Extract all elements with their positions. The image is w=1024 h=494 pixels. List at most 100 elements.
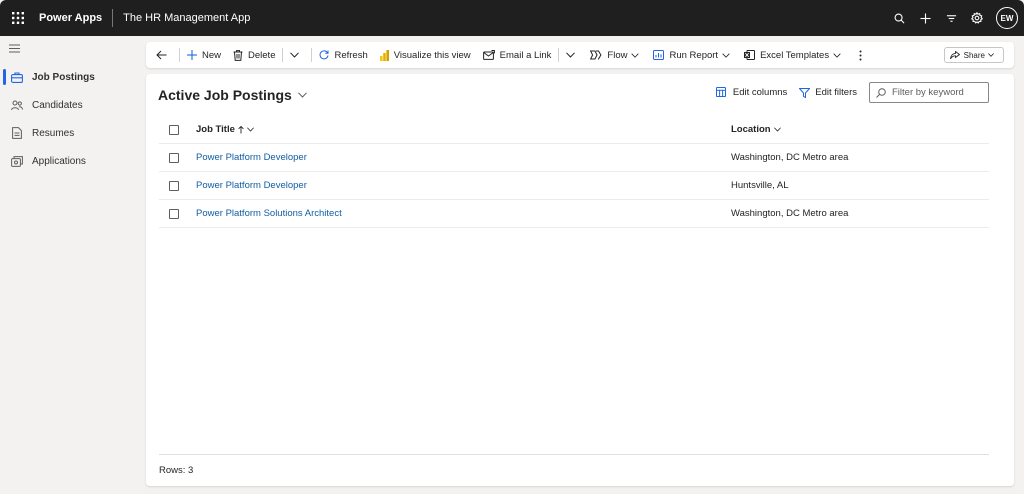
- flow-icon: [590, 50, 602, 60]
- edit-filters-label: Edit filters: [815, 87, 857, 98]
- email-link-icon: [482, 50, 495, 60]
- row-checkbox[interactable]: [169, 208, 179, 219]
- grid-footer-divider: [159, 454, 989, 455]
- edit-columns-label: Edit columns: [732, 87, 788, 98]
- filter-keyword-input[interactable]: [892, 87, 984, 98]
- sidebar-item-resumes[interactable]: Resumes: [0, 122, 140, 144]
- filter-icon[interactable]: [940, 7, 962, 29]
- grid-header-row: Job Title Location: [159, 116, 989, 144]
- sidebar-item-label: Candidates: [32, 99, 83, 111]
- location-cell: Huntsville, AL: [731, 180, 789, 191]
- select-all-checkbox[interactable]: [169, 124, 179, 135]
- table-row[interactable]: Power Platform Developer Huntsville, AL: [159, 172, 989, 200]
- table-row[interactable]: Power Platform Developer Washington, DC …: [159, 144, 989, 172]
- job-postings-grid: Job Title Location Power Platform Develo…: [159, 116, 989, 228]
- plus-icon[interactable]: [914, 7, 936, 29]
- filter-search-box[interactable]: [869, 82, 989, 103]
- command-separator: [179, 48, 180, 62]
- refresh-button-label: Refresh: [334, 49, 368, 61]
- view-selector[interactable]: Active Job Postings: [158, 87, 307, 103]
- brand-name[interactable]: Power Apps: [39, 12, 102, 24]
- chevron-down-icon: [773, 127, 781, 132]
- email-link-button[interactable]: Email a Link: [479, 42, 556, 68]
- gear-icon[interactable]: [966, 7, 988, 29]
- run-report-label: Run Report: [669, 49, 719, 61]
- flow-label: Flow: [607, 49, 628, 61]
- command-bar: New Delete Refresh Visualize this view E…: [146, 42, 1014, 68]
- chevron-down-icon: [988, 53, 994, 57]
- view-title: Active Job Postings: [158, 87, 292, 103]
- chevron-down-icon: [297, 92, 307, 98]
- topbar-divider: [112, 9, 114, 27]
- sidebar-item-label: Resumes: [32, 127, 75, 139]
- table-row[interactable]: Power Platform Solutions Architect Washi…: [159, 200, 989, 228]
- edit-columns-icon: [715, 87, 726, 97]
- excel-templates-button[interactable]: Excel Templates: [740, 42, 845, 68]
- flow-menu-button[interactable]: Flow: [586, 42, 643, 68]
- command-separator: [282, 48, 284, 62]
- search-icon[interactable]: [888, 7, 910, 29]
- sidebar-item-job-postings[interactable]: Job Postings: [0, 66, 140, 88]
- column-header-location[interactable]: Location: [731, 124, 781, 135]
- more-vertical-icon: [859, 50, 862, 60]
- run-report-button[interactable]: Run Report: [649, 42, 734, 68]
- app-title[interactable]: The HR Management App: [123, 12, 250, 24]
- back-arrow-icon: [156, 50, 167, 60]
- refresh-icon: [320, 50, 329, 60]
- applications-icon: [10, 154, 24, 168]
- back-button[interactable]: [152, 42, 176, 68]
- share-icon: [949, 50, 960, 59]
- sidebar-item-candidates[interactable]: Candidates: [0, 94, 140, 116]
- column-header-label: Location: [731, 124, 771, 135]
- new-button[interactable]: New: [183, 42, 225, 68]
- row-checkbox[interactable]: [169, 152, 179, 163]
- job-title-link[interactable]: Power Platform Developer: [196, 152, 307, 163]
- row-checkbox[interactable]: [169, 180, 179, 191]
- column-header-label: Job Title: [196, 124, 235, 135]
- command-separator: [558, 48, 560, 62]
- report-icon: [653, 50, 665, 60]
- chevron-down-icon: [290, 52, 300, 58]
- sidebar: Job Postings Candidates Resumes Applicat…: [0, 36, 140, 494]
- more-actions-dropdown[interactable]: [286, 42, 308, 68]
- delete-button[interactable]: Delete: [229, 42, 279, 68]
- funnel-icon: [799, 87, 811, 98]
- edit-filters-button[interactable]: Edit filters: [799, 87, 857, 98]
- sidebar-item-applications[interactable]: Applications: [0, 150, 140, 172]
- email-options-dropdown[interactable]: [562, 42, 584, 68]
- column-header-job-title[interactable]: Job Title: [196, 124, 254, 135]
- chevron-down-icon: [833, 52, 841, 58]
- plus-icon: [187, 50, 197, 60]
- waffle-icon[interactable]: [3, 12, 33, 24]
- excel-icon: [744, 50, 756, 60]
- visualize-view-button[interactable]: Visualize this view: [376, 42, 475, 68]
- search-icon: [876, 87, 886, 98]
- view-card: Active Job Postings Edit columns Edit fi…: [146, 74, 1014, 486]
- chevron-down-icon: [566, 52, 576, 58]
- command-separator: [311, 48, 313, 62]
- chevron-down-icon: [246, 127, 254, 132]
- email-link-label: Email a Link: [499, 49, 552, 61]
- view-actions: Edit columns Edit filters: [704, 82, 989, 103]
- visualize-view-label: Visualize this view: [393, 49, 471, 61]
- refresh-button[interactable]: Refresh: [315, 42, 371, 68]
- top-bar: Power Apps The HR Management App EW: [0, 0, 1024, 36]
- power-bi-icon: [379, 49, 389, 61]
- people-icon: [10, 98, 24, 112]
- chevron-down-icon: [722, 52, 730, 58]
- job-title-link[interactable]: Power Platform Solutions Architect: [196, 208, 342, 219]
- new-button-label: New: [202, 49, 222, 61]
- row-count: Rows: 3: [159, 465, 194, 476]
- excel-templates-label: Excel Templates: [760, 49, 830, 61]
- trash-icon: [233, 49, 243, 61]
- job-title-link[interactable]: Power Platform Developer: [196, 180, 307, 191]
- user-avatar[interactable]: EW: [996, 7, 1018, 29]
- delete-button-label: Delete: [248, 49, 276, 61]
- share-button[interactable]: Share: [943, 47, 1004, 63]
- sidebar-item-label: Job Postings: [32, 71, 95, 83]
- sidebar-item-label: Applications: [32, 155, 86, 167]
- more-commands-button[interactable]: [855, 42, 871, 68]
- hamburger-menu-icon[interactable]: [9, 44, 20, 56]
- edit-columns-button[interactable]: Edit columns: [715, 87, 788, 98]
- sort-ascending-icon: [238, 125, 244, 133]
